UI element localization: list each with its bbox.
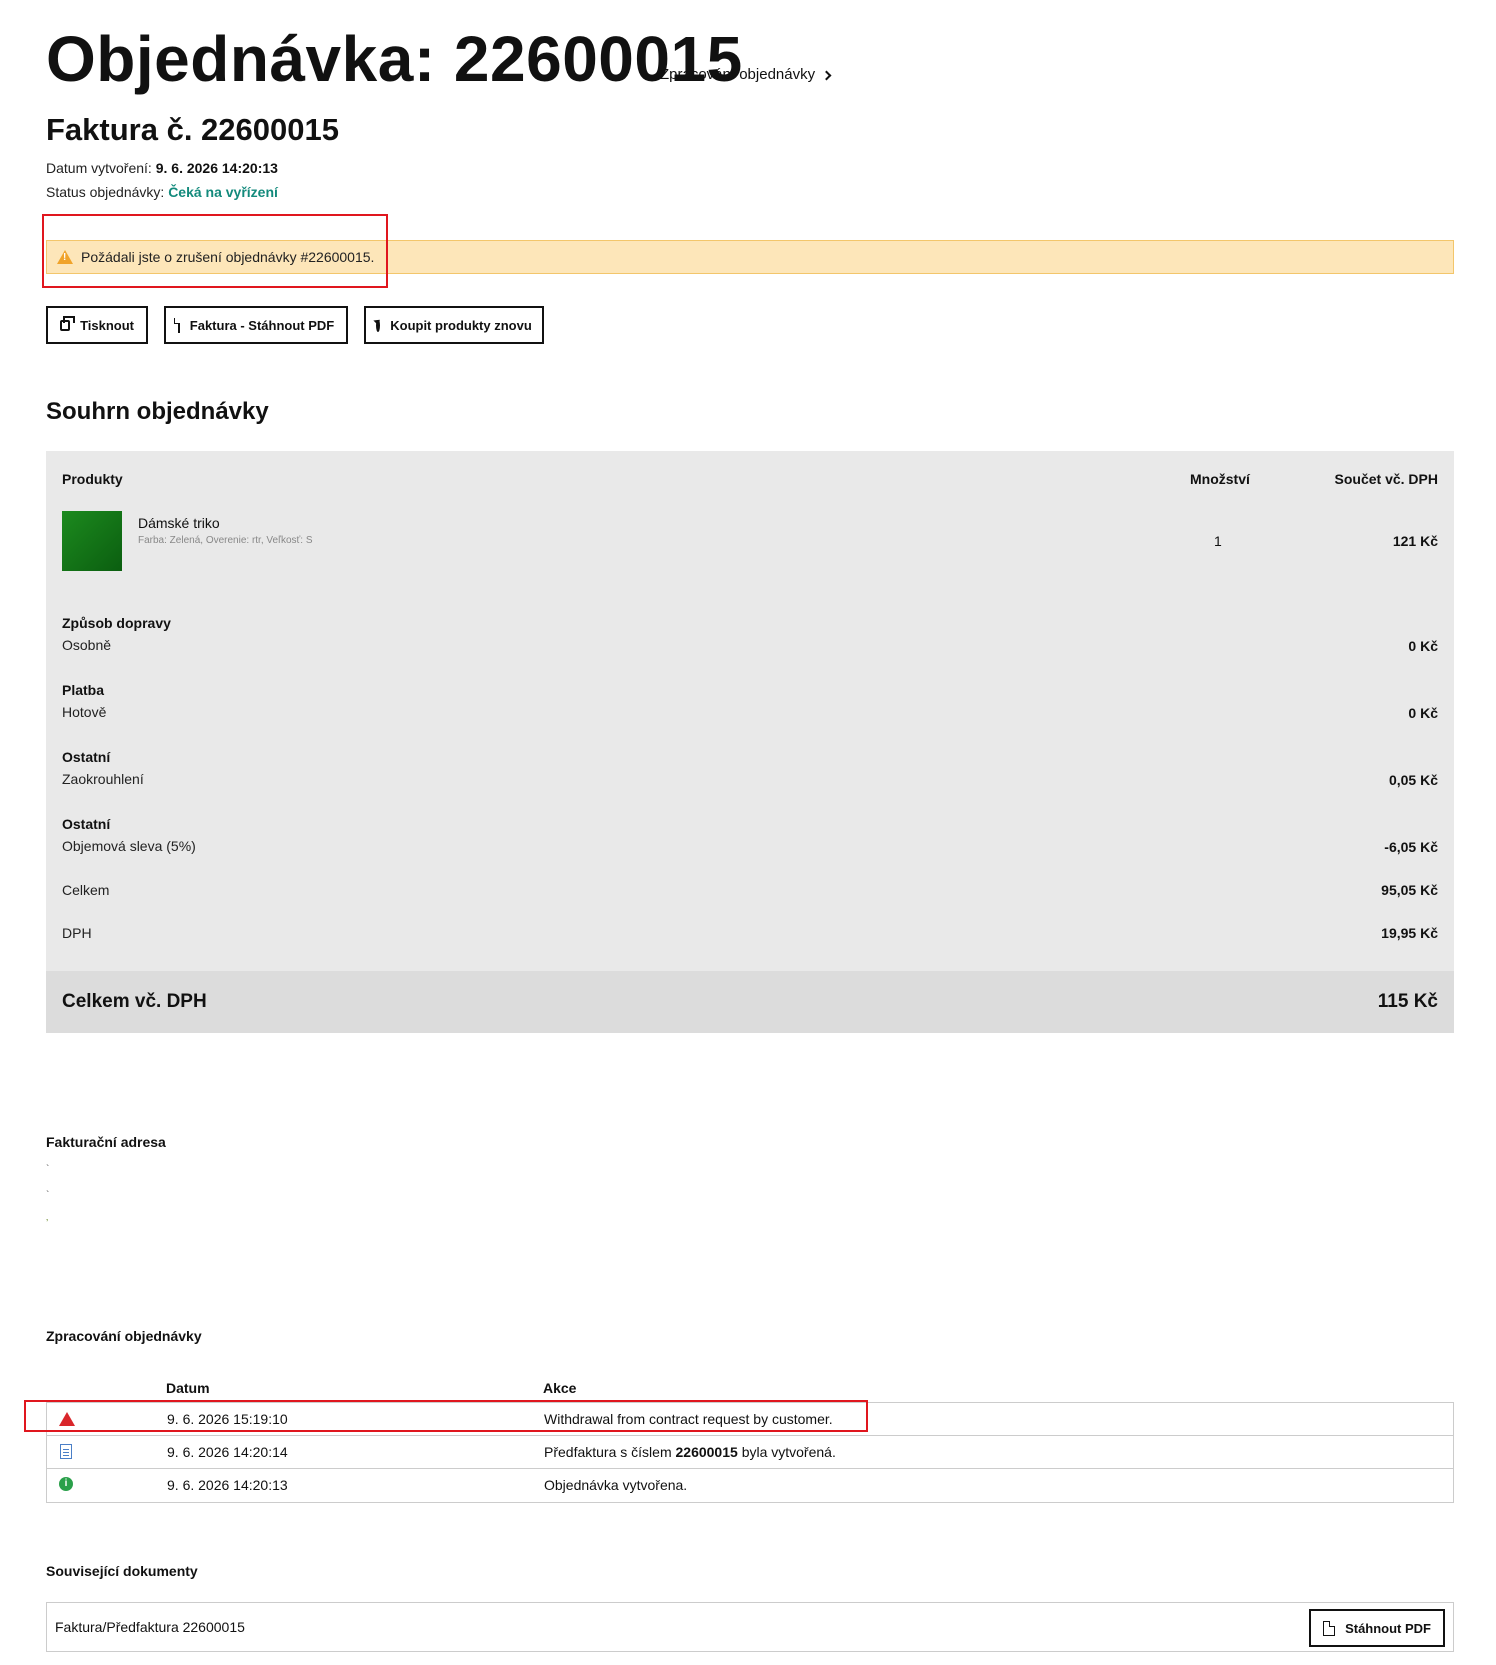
printer-icon — [60, 315, 76, 331]
line-title: Platba — [62, 682, 105, 698]
history-action: Objednávka vytvořena. — [544, 1477, 688, 1493]
buy-again-button[interactable]: Koupit produkty znovu — [364, 306, 544, 344]
invoice-title: Faktura č. 22600015 — [46, 112, 339, 147]
created-date: Datum vytvoření: 9. 6. 2026 14:20:13 — [46, 160, 278, 176]
history-action-suffix: byla vytvořená. — [741, 1444, 836, 1460]
billing-line-3: ‚ — [46, 1212, 49, 1223]
status-label: Status objednávky: — [46, 184, 165, 200]
grand-total-bar: Celkem vč. DPH 115 Kč — [46, 971, 1454, 1033]
history-title: Zpracování objednávky — [46, 1328, 202, 1344]
info-icon: i — [59, 1477, 73, 1491]
chevron-right-icon — [821, 70, 832, 81]
product-total: 121 Kč — [1392, 533, 1438, 549]
line-label: Hotově — [62, 704, 107, 720]
pdf-file-icon — [173, 317, 180, 333]
shipping-value: 0 Kč — [1408, 638, 1438, 654]
discount-line: Ostatní Objemová sleva (5%) — [62, 816, 196, 854]
table-row: 9. 6. 2026 15:19:10 Withdrawal from cont… — [47, 1403, 1453, 1436]
history-col-action: Akce — [543, 1380, 577, 1396]
created-label: Datum vytvoření: — [46, 160, 152, 176]
vat-value: 19,95 Kč — [1381, 925, 1438, 941]
history-action-number: 22600015 — [675, 1444, 738, 1460]
grand-total-label: Celkem vč. DPH — [62, 991, 207, 1012]
billing-title: Fakturační adresa — [46, 1134, 166, 1150]
pdf-file-icon — [1323, 1620, 1336, 1636]
rounding-value: 0,05 Kč — [1388, 772, 1438, 788]
document-name: Faktura/Předfaktura 22600015 — [55, 1619, 245, 1635]
history-action: Předfaktura s číslem 22600015 byla vytvo… — [544, 1444, 836, 1460]
warning-icon — [57, 250, 73, 264]
line-label: Zaokrouhlení — [62, 771, 144, 787]
refresh-icon — [376, 318, 381, 332]
col-total: Součet vč. DPH — [1334, 471, 1438, 487]
product-qty: 1 — [1214, 533, 1222, 549]
subtotal-label: Celkem — [62, 882, 110, 898]
billing-line-1: ` — [46, 1164, 50, 1175]
line-label: Objemová sleva (5%) — [62, 838, 196, 854]
summary-title: Souhrn objednávky — [46, 398, 269, 425]
print-button[interactable]: Tisknout — [46, 306, 148, 344]
documents-title: Související dokumenty — [46, 1563, 198, 1579]
processing-link[interactable]: Zpracování objednávky — [660, 66, 832, 83]
history-date: 9. 6. 2026 14:20:13 — [167, 1477, 288, 1493]
subtotal-value: 95,05 Kč — [1381, 882, 1438, 898]
table-row: 9. 6. 2026 14:20:14 Předfaktura s číslem… — [47, 1436, 1453, 1469]
created-value: 9. 6. 2026 14:20:13 — [155, 160, 278, 176]
processing-link-label: Zpracování objednávky — [660, 66, 816, 83]
cancel-request-alert: Požádali jste o zrušení objednávky #2260… — [46, 240, 1454, 274]
product-thumbnail[interactable] — [62, 511, 122, 571]
product-attributes: Farba: Zelená, Overenie: rtr, Veľkosť: S — [138, 535, 313, 546]
history-table: 9. 6. 2026 15:19:10 Withdrawal from cont… — [46, 1402, 1454, 1503]
grand-total-value: 115 Kč — [1377, 991, 1438, 1012]
order-status: Status objednávky: Čeká na vyřízení — [46, 184, 278, 200]
billing-line-2: ` — [46, 1190, 50, 1201]
history-date: 9. 6. 2026 14:20:14 — [167, 1444, 288, 1460]
vat-label: DPH — [62, 925, 92, 941]
history-col-date: Datum — [166, 1380, 210, 1396]
line-title: Ostatní — [62, 816, 111, 832]
order-title: Objednávka: 22600015 — [46, 23, 743, 95]
payment-value: 0 Kč — [1408, 705, 1438, 721]
line-label: Osobně — [62, 637, 112, 653]
table-row: i 9. 6. 2026 14:20:13 Objednávka vytvoře… — [47, 1469, 1453, 1502]
payment-line: Platba Hotově — [62, 682, 106, 720]
download-pdf-label: Stáhnout PDF — [1345, 1620, 1431, 1636]
discount-value: -6,05 Kč — [1384, 839, 1438, 855]
invoice-pdf-button[interactable]: Faktura - Stáhnout PDF — [164, 306, 348, 344]
alert-text: Požádali jste o zrušení objednávky #2260… — [81, 249, 375, 265]
col-products: Produkty — [62, 471, 123, 487]
buy-again-label: Koupit produkty znovu — [390, 317, 532, 333]
rounding-line: Ostatní Zaokrouhlení — [62, 749, 144, 787]
status-value: Čeká na vyřízení — [168, 184, 278, 200]
document-icon — [60, 1444, 72, 1459]
documents-row: Faktura/Předfaktura 22600015 Stáhnout PD… — [46, 1602, 1454, 1652]
download-pdf-button[interactable]: Stáhnout PDF — [1309, 1609, 1445, 1647]
history-action-prefix: Předfaktura s číslem — [544, 1444, 672, 1460]
order-summary: Produkty Množství Součet vč. DPH Dámské … — [46, 451, 1454, 971]
print-label: Tisknout — [80, 317, 134, 333]
line-title: Ostatní — [62, 749, 111, 765]
line-title: Způsob dopravy — [62, 615, 171, 631]
shipping-line: Způsob dopravy Osobně — [62, 615, 171, 653]
product-name[interactable]: Dámské triko — [138, 515, 220, 531]
history-date: 9. 6. 2026 15:19:10 — [167, 1411, 288, 1427]
invoice-pdf-label: Faktura - Stáhnout PDF — [189, 317, 335, 333]
history-action: Withdrawal from contract request by cust… — [544, 1411, 833, 1427]
alert-icon — [59, 1412, 75, 1426]
col-qty: Množství — [1190, 471, 1250, 487]
